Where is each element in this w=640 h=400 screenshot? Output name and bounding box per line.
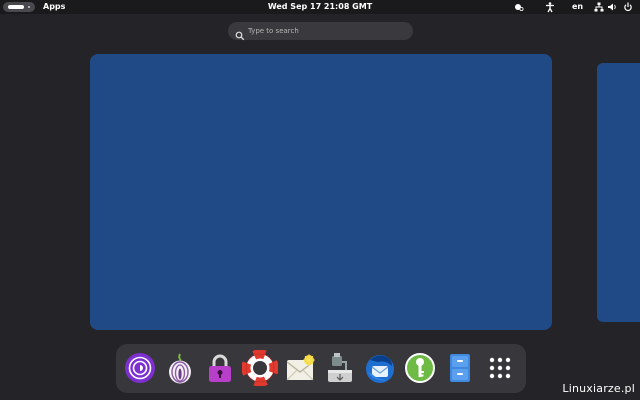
keepassxc-icon[interactable] xyxy=(402,350,438,386)
tor-browser-icon[interactable] xyxy=(122,350,158,386)
accessibility-icon[interactable] xyxy=(545,1,555,13)
thunderbird-icon[interactable] xyxy=(362,350,398,386)
keyboard-language[interactable]: en xyxy=(572,1,583,13)
network-wired-icon[interactable] xyxy=(594,1,604,13)
file-cabinet-icon[interactable] xyxy=(442,350,478,386)
power-icon[interactable] xyxy=(623,1,633,13)
workspace-thumbnail-current[interactable] xyxy=(90,54,552,330)
clock[interactable]: Wed Sep 17 21:08 GMT xyxy=(0,1,640,13)
padlock-icon[interactable] xyxy=(202,350,238,386)
lifebuoy-icon[interactable] xyxy=(242,350,278,386)
workspace-thumbnail-next[interactable] xyxy=(597,63,640,322)
search-input[interactable] xyxy=(248,24,403,38)
dash-dock xyxy=(116,344,526,393)
sound-icon[interactable] xyxy=(607,1,617,13)
onion-icon[interactable] xyxy=(162,350,198,386)
search-bar[interactable] xyxy=(228,22,413,41)
top-bar: Apps Wed Sep 17 21:08 GMT en xyxy=(0,0,640,14)
app-grid-icon[interactable] xyxy=(482,350,518,386)
search-icon xyxy=(235,26,245,45)
watermark: Linuxiarze.pl xyxy=(562,382,635,395)
mail-envelope-icon[interactable] xyxy=(282,350,318,386)
usb-installer-icon[interactable] xyxy=(322,350,358,386)
screen-reader-icon[interactable] xyxy=(514,1,524,13)
